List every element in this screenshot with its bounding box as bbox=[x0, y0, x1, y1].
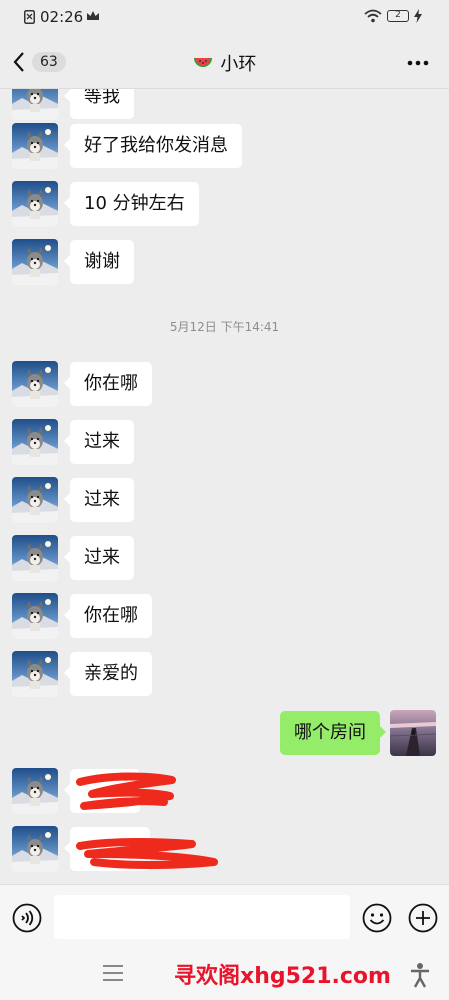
watermelon-icon bbox=[193, 58, 212, 67]
message-bubble[interactable]: 过来 bbox=[64, 420, 134, 464]
message-bubble[interactable]: 10 分钟左右 bbox=[64, 182, 199, 226]
message-text: 过来 bbox=[84, 547, 120, 568]
message-bubble[interactable]: 过来 bbox=[64, 478, 134, 522]
contact-avatar[interactable] bbox=[12, 535, 58, 581]
message-bubble[interactable]: 你在哪 bbox=[64, 362, 152, 406]
system-nav-bar: 寻欢阁xhg521.com bbox=[0, 950, 449, 1000]
contact-avatar[interactable] bbox=[12, 826, 58, 872]
contact-avatar[interactable] bbox=[12, 651, 58, 697]
message-text: 等我 bbox=[84, 89, 120, 107]
message-text: 10 分钟左右 bbox=[84, 193, 185, 214]
more-options-icon[interactable] bbox=[407, 60, 429, 66]
message-text: 你在哪 bbox=[84, 373, 138, 394]
contact-avatar[interactable] bbox=[12, 768, 58, 814]
input-bar bbox=[0, 884, 449, 951]
status-time: 02:26 bbox=[40, 8, 84, 26]
contact-name: 小环 bbox=[220, 54, 257, 75]
message-text: 过来 bbox=[84, 431, 120, 452]
contact-avatar[interactable] bbox=[12, 181, 58, 227]
contact-avatar[interactable] bbox=[12, 89, 58, 120]
message-bubble[interactable]: 你在哪 bbox=[64, 594, 152, 638]
chat-header: 63 小环 bbox=[0, 36, 449, 89]
battery-icon: 2 bbox=[387, 10, 409, 22]
contact-avatar[interactable] bbox=[12, 593, 58, 639]
message-bubble[interactable]: 过来 bbox=[64, 536, 134, 580]
sim-card-icon bbox=[24, 10, 35, 24]
message-bubble-mine[interactable]: 哪个房间 bbox=[280, 711, 386, 755]
redaction-scribble bbox=[76, 838, 218, 869]
my-avatar[interactable] bbox=[390, 710, 436, 756]
accessibility-icon[interactable] bbox=[410, 962, 430, 988]
plus-icon[interactable] bbox=[408, 903, 438, 933]
watermark-text: 寻欢阁xhg521.com bbox=[174, 964, 391, 989]
message-list[interactable]: 等我 好了我给你发消息 10 分钟左右 谢谢 5月12日 下午14:41 你在哪… bbox=[0, 89, 449, 884]
voice-input-icon[interactable] bbox=[12, 903, 42, 933]
emoji-icon[interactable] bbox=[362, 903, 392, 933]
status-bar: 02:26 2 bbox=[0, 0, 449, 36]
message-text: 好了我给你发消息 bbox=[84, 135, 228, 156]
message-text: 过来 bbox=[84, 489, 120, 510]
message-bubble[interactable]: 谢谢 bbox=[64, 240, 134, 284]
contact-avatar[interactable] bbox=[12, 361, 58, 407]
message-timestamp: 5月12日 下午14:41 bbox=[169, 320, 280, 334]
chat-title: 小环 bbox=[0, 50, 449, 76]
contact-avatar[interactable] bbox=[12, 419, 58, 465]
redaction-scribble bbox=[76, 772, 176, 810]
wifi-icon bbox=[364, 9, 382, 23]
contact-avatar[interactable] bbox=[12, 123, 58, 169]
message-bubble[interactable]: 亲爱的 bbox=[64, 652, 152, 696]
contact-avatar[interactable] bbox=[12, 239, 58, 285]
message-text: 你在哪 bbox=[84, 605, 138, 626]
message-text: 亲爱的 bbox=[84, 663, 138, 684]
message-text: 哪个房间 bbox=[294, 722, 366, 743]
menu-icon[interactable] bbox=[102, 964, 124, 982]
contact-avatar[interactable] bbox=[12, 477, 58, 523]
message-bubble[interactable]: 好了我给你发消息 bbox=[64, 124, 242, 168]
message-text: 谢谢 bbox=[84, 251, 120, 272]
crown-icon bbox=[87, 11, 99, 20]
battery-level: 2 bbox=[395, 10, 401, 20]
message-bubble[interactable]: 等我 bbox=[64, 89, 134, 119]
charging-icon bbox=[414, 9, 422, 23]
message-input[interactable] bbox=[54, 895, 350, 939]
